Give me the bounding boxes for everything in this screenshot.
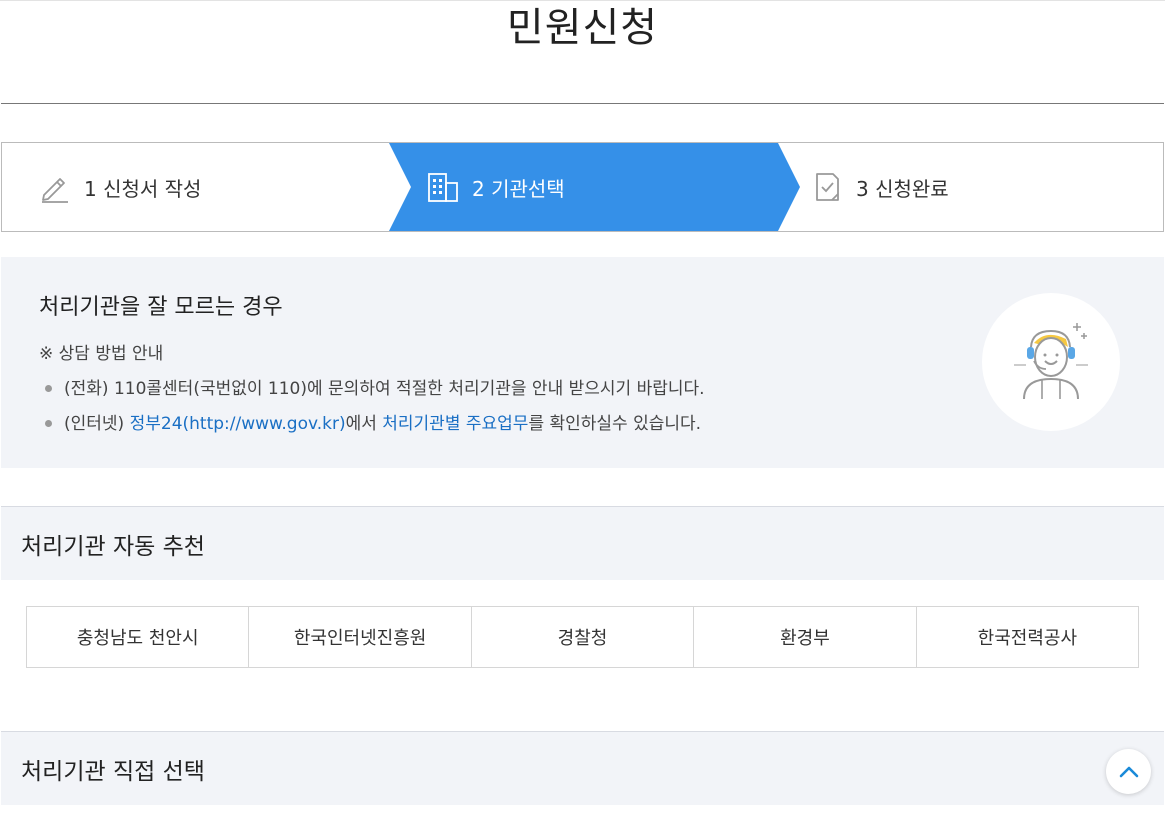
step-2-label: 2 기관선택: [472, 176, 565, 201]
page-title: 민원신청: [506, 5, 659, 51]
step-complete: 3 신청완료: [810, 143, 949, 231]
auto-recommend-title: 처리기관 자동 추천: [21, 534, 205, 560]
guide-internet-prefix: (인터넷): [64, 413, 130, 434]
building-icon: [426, 170, 460, 204]
title-divider: [1, 103, 1164, 104]
guide-note: ※ 상담 방법 안내: [39, 344, 164, 364]
step-3-label: 3 신청완료: [856, 176, 949, 201]
scroll-top-button[interactable]: [1106, 749, 1151, 794]
guide-title: 처리기관을 잘 모르는 경우: [39, 295, 283, 320]
pencil-icon: [38, 170, 72, 204]
chevron-up-icon: [1119, 766, 1138, 777]
guide-phone-text: (전화) 110콜센터(국번없이 110)에 문의하여 적절한 처리기관을 안내…: [64, 378, 705, 399]
step-1-label: 1 신청서 작성: [84, 176, 202, 201]
gov24-link[interactable]: 정부24(http://www.gov.kr): [130, 409, 346, 439]
document-check-icon: [810, 170, 844, 204]
agency-option[interactable]: 한국인터넷진흥원: [249, 607, 472, 667]
step-select-agency: 2 기관선택: [426, 143, 565, 231]
bullet-icon: [45, 385, 52, 392]
guide-item-phone: (전화) 110콜센터(국번없이 110)에 문의하여 적절한 처리기관을 안내…: [45, 371, 705, 406]
direct-select-header[interactable]: 처리기관 직접 선택: [1, 731, 1164, 805]
guide-item-internet: (인터넷) 정부24(http://www.gov.kr) 에서 처리기관별 주…: [45, 406, 705, 441]
auto-recommend-header: 처리기관 자동 추천: [1, 506, 1164, 580]
step-write-application: 1 신청서 작성: [38, 143, 201, 231]
direct-select-title: 처리기관 직접 선택: [21, 759, 205, 785]
consultant-headset-icon: [982, 293, 1120, 431]
recommended-agencies: 충청남도 천안시 한국인터넷진흥원 경찰청 환경부 한국전력공사: [26, 606, 1139, 668]
guide-internet-suffix: 를 확인하실수 있습니다.: [528, 413, 702, 434]
guide-internet-mid: 에서: [345, 413, 383, 434]
agency-option[interactable]: 충청남도 천안시: [27, 607, 250, 667]
guide-list: (전화) 110콜센터(국번없이 110)에 문의하여 적절한 처리기관을 안내…: [45, 371, 705, 441]
agency-duties-link[interactable]: 처리기관별 주요업무: [382, 409, 528, 439]
top-border: [0, 0, 1165, 1]
bullet-icon: [45, 420, 52, 427]
agency-option[interactable]: 한국전력공사: [916, 607, 1139, 667]
step-indicator: 1 신청서 작성 2 기관선택 3 신청완료: [1, 142, 1164, 232]
agency-option[interactable]: 환경부: [694, 607, 917, 667]
agency-guide-panel: 처리기관을 잘 모르는 경우 ※ 상담 방법 안내 (전화) 110콜센터(국번…: [1, 257, 1164, 468]
agency-option[interactable]: 경찰청: [471, 607, 695, 667]
